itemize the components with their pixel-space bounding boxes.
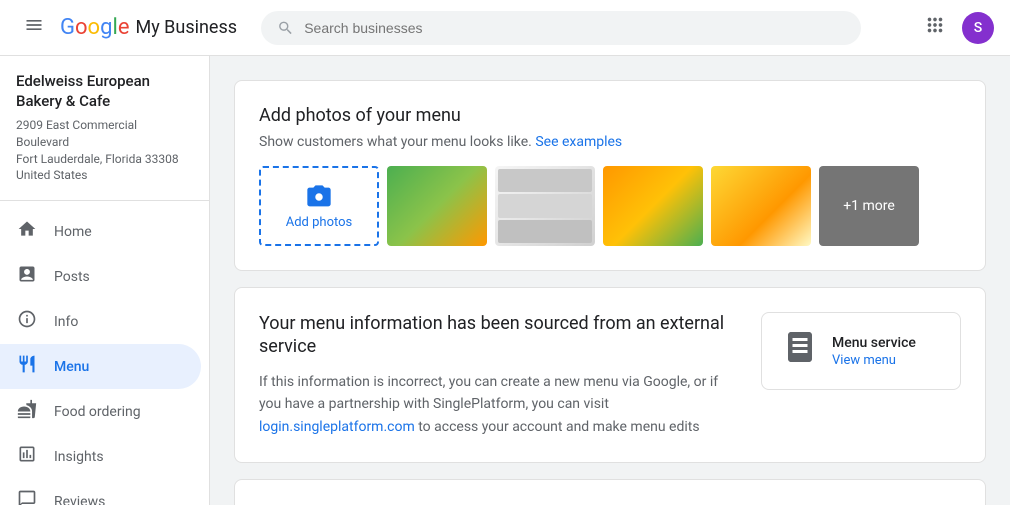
external-card-title: Your menu information has been sourced f… <box>259 312 737 359</box>
external-card-inner: Your menu information has been sourced f… <box>259 312 961 438</box>
info-icon <box>16 309 38 334</box>
view-menu-link[interactable]: View menu <box>832 353 916 368</box>
main-layout: Edelweiss European Bakery & Cafe 2909 Ea… <box>0 56 1010 505</box>
menu-service-label: Menu service <box>832 335 916 351</box>
posts-icon <box>16 264 38 289</box>
sidebar-item-reviews[interactable]: Reviews <box>0 479 201 505</box>
add-photos-button[interactable]: Add photos <box>259 166 379 246</box>
photo-thumb-2 <box>495 166 595 246</box>
external-service-card: Your menu information has been sourced f… <box>234 287 986 463</box>
header-left: Google My Business <box>16 7 237 48</box>
google-logo: Google My Business <box>60 15 237 40</box>
business-address: 2909 East Commercial Boulevard Fort Laud… <box>16 117 193 184</box>
header-right: S <box>924 12 994 44</box>
photos-row: Add photos +1 more <box>259 166 961 246</box>
search-bar <box>261 11 861 45</box>
sidebar-item-insights[interactable]: Insights <box>0 434 201 479</box>
search-input[interactable] <box>304 20 845 36</box>
hamburger-icon[interactable] <box>16 7 52 48</box>
menu-service-info: Menu service View menu <box>832 335 916 368</box>
photos-card: Add photos of your menu Show customers w… <box>234 80 986 271</box>
photo-thumb-4 <box>711 166 811 246</box>
photos-card-subtitle: Show customers what your menu looks like… <box>259 134 961 150</box>
photo-thumb-3 <box>603 166 703 246</box>
menu-icon <box>16 354 38 379</box>
business-name: Edelweiss European Bakery & Cafe <box>16 72 193 111</box>
home-icon <box>16 219 38 244</box>
camera-icon <box>305 183 333 211</box>
header: Google My Business S <box>0 0 1010 56</box>
photo-thumb-1 <box>387 166 487 246</box>
external-text: Your menu information has been sourced f… <box>259 312 737 438</box>
nav-items: Home Posts Info Menu <box>0 209 209 505</box>
business-info: Edelweiss European Bakery & Cafe 2909 Ea… <box>0 72 209 201</box>
insights-icon <box>16 444 38 469</box>
sidebar: Edelweiss European Bakery & Cafe 2909 Ea… <box>0 56 210 505</box>
avatar[interactable]: S <box>962 12 994 44</box>
reviews-icon <box>16 489 38 505</box>
sidebar-item-menu[interactable]: Menu <box>0 344 201 389</box>
see-examples-link[interactable]: See examples <box>535 134 622 150</box>
content-area: Add photos of your menu Show customers w… <box>210 56 1010 505</box>
sidebar-item-home[interactable]: Home <box>0 209 201 254</box>
photo-more: +1 more <box>819 166 919 246</box>
sidebar-item-info[interactable]: Info <box>0 299 201 344</box>
brand-text: My Business <box>135 17 237 38</box>
photos-card-title: Add photos of your menu <box>259 105 961 126</box>
singleplatform-link[interactable]: login.singleplatform.com <box>259 419 415 435</box>
sidebar-item-food-ordering[interactable]: Food ordering <box>0 389 201 434</box>
manage-menu-card: Manage your menu with Google Create and … <box>234 479 986 505</box>
sidebar-item-posts[interactable]: Posts <box>0 254 201 299</box>
food-ordering-icon <box>16 399 38 424</box>
external-card-body: If this information is incorrect, you ca… <box>259 371 737 438</box>
search-icon <box>277 19 294 37</box>
menu-book-icon <box>782 329 818 373</box>
apps-icon[interactable] <box>924 14 946 41</box>
menu-service-box: Menu service View menu <box>761 312 961 390</box>
